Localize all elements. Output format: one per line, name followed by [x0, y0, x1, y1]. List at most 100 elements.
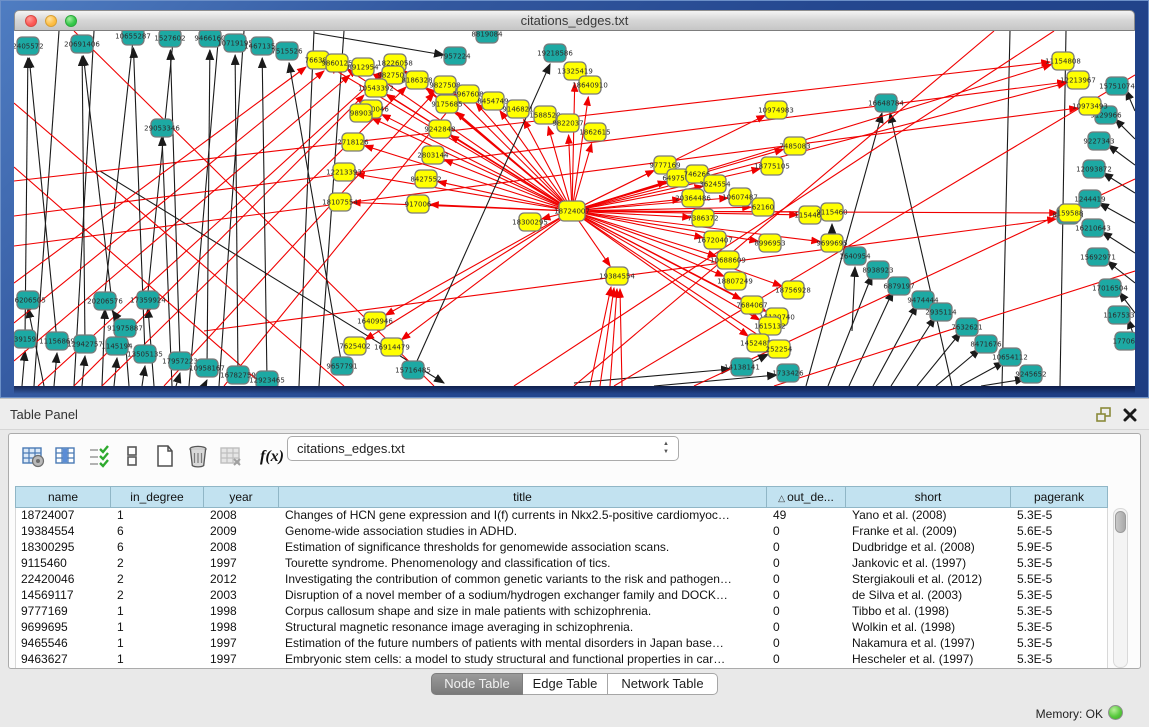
table-row[interactable]: 1872400712008Changes of HCN gene express… — [16, 508, 1107, 524]
edge[interactable] — [573, 97, 588, 202]
graph-node[interactable]: 16914479 — [374, 338, 410, 356]
edge[interactable] — [22, 351, 25, 386]
edge[interactable] — [828, 275, 872, 386]
edge[interactable] — [590, 287, 611, 386]
table-row[interactable]: 1830029562008Estimation of significance … — [16, 540, 1107, 556]
close-panel-icon[interactable] — [1122, 407, 1138, 423]
graph-node[interactable]: 8996953 — [754, 234, 785, 252]
edge[interactable] — [438, 182, 563, 210]
memory-status-led-icon[interactable] — [1108, 705, 1123, 720]
table-row[interactable]: 946362711997Embryonic stem cells: a mode… — [16, 652, 1107, 668]
graph-node[interactable]: 18724007 — [554, 201, 590, 221]
table-body[interactable]: 1872400712008Changes of HCN gene express… — [15, 508, 1108, 668]
graph-node[interactable]: 2718126 — [337, 133, 369, 151]
close-window-button[interactable] — [25, 15, 37, 27]
graph-node[interactable]: 917006 — [405, 195, 432, 213]
graph-node[interactable]: 98903 — [350, 104, 372, 122]
graph-node[interactable]: 39159 — [14, 330, 36, 348]
show-columns-button[interactable] — [52, 442, 80, 472]
graph-node[interactable]: 8427552 — [410, 170, 441, 188]
graph-node[interactable]: 8471676 — [970, 335, 1002, 353]
column-header-title[interactable]: title — [279, 486, 767, 508]
float-panel-icon[interactable] — [1096, 407, 1114, 423]
graph-node[interactable]: 15716485 — [395, 361, 431, 379]
graph-node[interactable]: 9657791 — [326, 357, 357, 375]
graph-node[interactable]: 1862615 — [579, 123, 610, 141]
graph-node[interactable]: 12213393 — [326, 163, 362, 181]
graph-node[interactable]: 16409946 — [357, 312, 393, 330]
row-height-button[interactable] — [118, 442, 146, 472]
edge[interactable] — [25, 58, 28, 330]
graph-node[interactable]: 17016504 — [1092, 279, 1128, 297]
edge[interactable] — [654, 375, 777, 386]
graph-node[interactable]: 10655287 — [115, 31, 151, 45]
edge[interactable] — [170, 50, 179, 352]
edge[interactable] — [873, 305, 917, 386]
graph-node[interactable]: 10654112 — [992, 348, 1028, 366]
graph-node[interactable]: 9242848 — [424, 120, 455, 138]
table-selector-combobox[interactable]: citations_edges.txt ▲▼ — [287, 436, 679, 461]
graph-node[interactable]: 16648784 — [868, 94, 904, 112]
network-graph[interactable]: 2405572 20691406 10655287 1527602 946616… — [14, 31, 1135, 386]
graph-node[interactable]: 11154808 — [1045, 52, 1081, 70]
column-header-name[interactable]: name — [15, 486, 111, 508]
edge[interactable] — [148, 31, 174, 292]
graph-node[interactable]: 177065 — [1113, 332, 1135, 350]
graph-node[interactable]: 7684067 — [736, 296, 767, 314]
graph-node[interactable]: 20691406 — [64, 35, 100, 53]
select-rows-button[interactable] — [85, 442, 113, 472]
edge[interactable] — [981, 379, 1025, 386]
edge[interactable] — [581, 83, 1067, 209]
edge[interactable] — [14, 67, 306, 283]
edge[interactable] — [890, 113, 952, 386]
graph-node[interactable]: 1615132 — [754, 317, 785, 335]
graph-node[interactable]: 2935114 — [925, 303, 957, 321]
graph-node[interactable]: 7957224 — [439, 47, 471, 65]
graph-node[interactable]: 7386372 — [687, 209, 718, 227]
edge[interactable] — [372, 118, 564, 207]
network-canvas[interactable]: 2405572 20691406 10655287 1527602 946616… — [14, 31, 1135, 386]
tab-node-table[interactable]: Node Table — [431, 673, 523, 695]
table-row[interactable]: 1456911722003Disruption of a novel membe… — [16, 588, 1107, 604]
function-builder-button[interactable]: f(x) — [255, 442, 289, 472]
graph-node[interactable]: 8186328 — [401, 71, 432, 89]
graph-node[interactable]: 18756928 — [775, 281, 811, 299]
graph-node[interactable]: 1527602 — [154, 31, 185, 47]
zoom-window-button[interactable] — [65, 15, 77, 27]
edge[interactable] — [600, 288, 614, 386]
graph-node[interactable]: 18300295 — [512, 213, 548, 231]
edge[interactable] — [572, 83, 575, 202]
column-header-in_degree[interactable]: in_degree — [111, 486, 204, 508]
graph-node[interactable]: 18807249 — [717, 272, 753, 290]
edge[interactable] — [219, 31, 244, 386]
graph-node[interactable]: 2405572 — [14, 37, 44, 55]
edge[interactable] — [162, 136, 172, 386]
tab-edge-table[interactable]: Edge Table — [523, 673, 608, 695]
edge[interactable] — [891, 317, 935, 386]
tab-network-table[interactable]: Network Table — [608, 673, 718, 695]
edge[interactable] — [1002, 31, 1010, 386]
edge[interactable] — [207, 50, 210, 359]
minimize-window-button[interactable] — [45, 15, 57, 27]
edge[interactable] — [14, 71, 324, 323]
graph-node[interactable]: 15751074 — [1099, 77, 1135, 95]
graph-node[interactable]: 3624554 — [699, 175, 731, 193]
edge[interactable] — [82, 356, 85, 386]
graph-node[interactable]: 19384554 — [599, 267, 635, 285]
graph-node[interactable]: 29053346 — [144, 119, 180, 137]
edge[interactable] — [402, 216, 565, 339]
edge[interactable] — [1103, 173, 1135, 193]
edge[interactable] — [610, 289, 617, 386]
edge[interactable] — [142, 366, 145, 386]
graph-node[interactable]: 9175685 — [431, 95, 462, 113]
graph-node[interactable]: 17359924 — [130, 291, 166, 309]
table-row[interactable]: 969969511998Structural magnetic resonanc… — [16, 620, 1107, 636]
graph-node[interactable]: 8938923 — [862, 261, 893, 279]
column-header-short[interactable]: short — [846, 486, 1011, 508]
table-row[interactable]: 911546021997Tourette syndrome. Phenomeno… — [16, 556, 1107, 572]
edge[interactable] — [917, 332, 961, 386]
graph-node[interactable]: 252254 — [766, 340, 793, 358]
graph-node[interactable]: 7485083 — [779, 137, 810, 155]
graph-node[interactable]: 159588 — [1057, 204, 1084, 222]
table-row[interactable]: 2242004622012Investigating the contribut… — [16, 572, 1107, 588]
